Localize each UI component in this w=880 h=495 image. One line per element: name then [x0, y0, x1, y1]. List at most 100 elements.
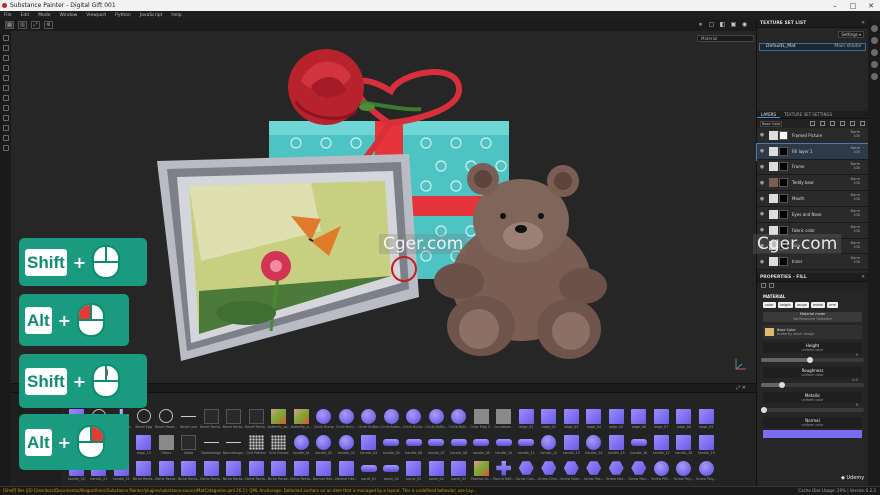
shelf-item[interactable]: Fibers [155, 434, 178, 460]
shelf-item[interactable]: Niche Recta... [223, 460, 246, 486]
menu-item-file[interactable]: File [4, 13, 12, 18]
delete-layer-icon[interactable] [860, 121, 865, 126]
screenshot-icon[interactable]: ◉ [741, 21, 748, 28]
camera-icon[interactable]: ▣ [730, 21, 737, 28]
shelf-item[interactable]: Grid Pattern [245, 434, 268, 460]
properties-icon[interactable] [870, 49, 878, 56]
add-layer-icon[interactable] [840, 121, 845, 126]
clone-tool-icon[interactable] [2, 85, 9, 91]
shelf-item[interactable]: edge_05 [605, 408, 628, 434]
shelf-item[interactable]: Screw Phil... [650, 460, 673, 486]
settings-dropdown[interactable]: Settings ▾ [838, 31, 864, 38]
shelf-item[interactable]: handle_08 [448, 434, 471, 460]
shelf-item[interactable]: handle_19 [695, 434, 718, 460]
visibility-eye-icon[interactable]: ◉ [759, 148, 765, 154]
layers-icon[interactable] [870, 37, 878, 44]
shelf-item[interactable]: handle_09 [470, 434, 493, 460]
layer-row[interactable]: ◉ Frame Norm 100 [757, 159, 868, 176]
channel-select[interactable]: Base Color [760, 120, 782, 127]
visibility-eye-icon[interactable]: ◉ [759, 227, 765, 233]
normal-swatch[interactable] [763, 430, 862, 439]
grid-view-icon[interactable]: ▦ [5, 21, 14, 29]
shelf-item[interactable]: Niche Recta... [178, 460, 201, 486]
shelf-item[interactable]: Screw Poly... [673, 460, 696, 486]
shelf-item[interactable]: edge_06 [628, 408, 651, 434]
shelf-item[interactable]: Normal Hex... [313, 460, 336, 486]
visibility-eye-icon[interactable]: ◉ [759, 211, 765, 217]
expand-icon[interactable]: ⤢ [31, 21, 40, 29]
shelf-item[interactable]: Noise [178, 434, 201, 460]
tab-texture-set-settings[interactable]: TEXTURE SET SETTINGS [780, 111, 836, 118]
shelf-item[interactable]: handle_18 [673, 434, 696, 460]
visibility-eye-icon[interactable]: ◉ [759, 164, 765, 170]
visibility-eye-icon[interactable]: ◉ [759, 259, 765, 265]
shelf-item[interactable]: Circle Butto... [380, 408, 403, 434]
layer-row[interactable]: ◉ Teddy bear Norm 100 [757, 175, 868, 192]
shelf-item[interactable]: handle_05 [380, 434, 403, 460]
shelf-item[interactable]: Circle Butto... [403, 408, 426, 434]
shelf-item[interactable]: handle_06 [403, 434, 426, 460]
metallic-slider[interactable] [761, 407, 864, 414]
tab-layers[interactable]: LAYERS [757, 111, 781, 118]
display-settings-icon[interactable] [2, 125, 9, 131]
shelf-item[interactable]: handle_14 [583, 434, 606, 460]
render-icon[interactable]: ◧ [719, 21, 726, 28]
shelf-item[interactable]: Screw Cros... [515, 460, 538, 486]
polygon-fill-icon[interactable] [2, 105, 9, 111]
layer-blend[interactable]: Norm 100 [850, 162, 860, 170]
history-icon[interactable] [870, 73, 878, 80]
layer-blend[interactable]: Norm 100 [850, 146, 860, 154]
display-icon[interactable] [870, 61, 878, 68]
base-color-slot[interactable]: Base Color butterfly stock image [763, 325, 862, 340]
shelf-item[interactable]: edge_08 [673, 408, 696, 434]
channel-chip-metal[interactable]: metal [810, 302, 826, 309]
channel-chip-nrm[interactable]: nrm [827, 302, 839, 309]
shelf-item[interactable]: handle_01 [290, 434, 313, 460]
menu-item-viewport[interactable]: Viewport [86, 13, 106, 18]
menu-item-help[interactable]: Help [171, 13, 181, 18]
shelf-item[interactable]: panel_02 [380, 460, 403, 486]
layer-row[interactable]: ◉ Inner Norm 100 [757, 254, 868, 271]
layer-blend[interactable]: Norm 100 [850, 209, 860, 217]
channel-chip-rough[interactable]: rough [794, 302, 809, 309]
add-effect-icon[interactable] [810, 121, 815, 126]
maximize-button[interactable]: □ [844, 2, 862, 10]
layer-row[interactable]: ◉ Framed Picture Norm 100 [757, 128, 868, 144]
shelf-item[interactable]: Normdesign... [223, 434, 246, 460]
shelf-item[interactable]: Color Map F... [470, 408, 493, 434]
shelf-item[interactable]: Screw Hex... [628, 460, 651, 486]
paint-tool-icon[interactable] [2, 35, 9, 41]
shelf-item[interactable]: Bevel Egg [133, 408, 156, 434]
close-button[interactable]: ✕ [862, 2, 880, 10]
layer-blend[interactable]: Norm 100 [850, 193, 860, 201]
shelf-item[interactable]: Circle Button [358, 408, 381, 434]
shelf-item[interactable]: Niche Recta... [290, 460, 313, 486]
pause-icon[interactable]: ⏸ [697, 21, 704, 28]
shelf-item[interactable]: Circle Bum... [335, 408, 358, 434]
texture-set-list-icon[interactable] [870, 25, 878, 32]
shelf-item[interactable]: panel_03 [403, 460, 426, 486]
shelf-item[interactable]: handle_02 [313, 434, 336, 460]
add-mask-icon[interactable] [820, 121, 825, 126]
shelf-item[interactable]: Screw Flat... [583, 460, 606, 486]
viewport-mode-select[interactable]: Material [697, 35, 754, 42]
roughness-slider[interactable] [761, 382, 864, 389]
layer-blend[interactable]: Norm 100 [850, 241, 860, 249]
shelf-item[interactable]: Screw Crea... [538, 460, 561, 486]
shelf-item[interactable]: Niche Recta... [133, 460, 156, 486]
shelf-item[interactable]: edge_09 [695, 408, 718, 434]
shelf-item[interactable]: Screw Dom... [560, 460, 583, 486]
layer-blend[interactable]: Norm 100 [850, 256, 860, 264]
menu-item-python[interactable]: Python [115, 13, 131, 18]
shelf-item[interactable]: edge_07 [650, 408, 673, 434]
shelf-item[interactable]: handle_16 [628, 434, 651, 460]
menu-item-javascript[interactable]: JavaScript [140, 13, 163, 18]
layout-icon[interactable]: ▥ [18, 21, 27, 29]
texture-set-item[interactable]: DefaultL_Mat Main shader [759, 43, 866, 51]
shelf-item[interactable]: Circle Bump [313, 408, 336, 434]
projection-mode-icon[interactable] [769, 283, 774, 289]
shelf-item[interactable]: Niche Recta... [200, 460, 223, 486]
shelf-item[interactable]: Grid Octave [268, 434, 291, 460]
shelf-item[interactable]: Circle Butt... [448, 408, 471, 434]
shelf-item[interactable]: edge_03 [560, 408, 583, 434]
